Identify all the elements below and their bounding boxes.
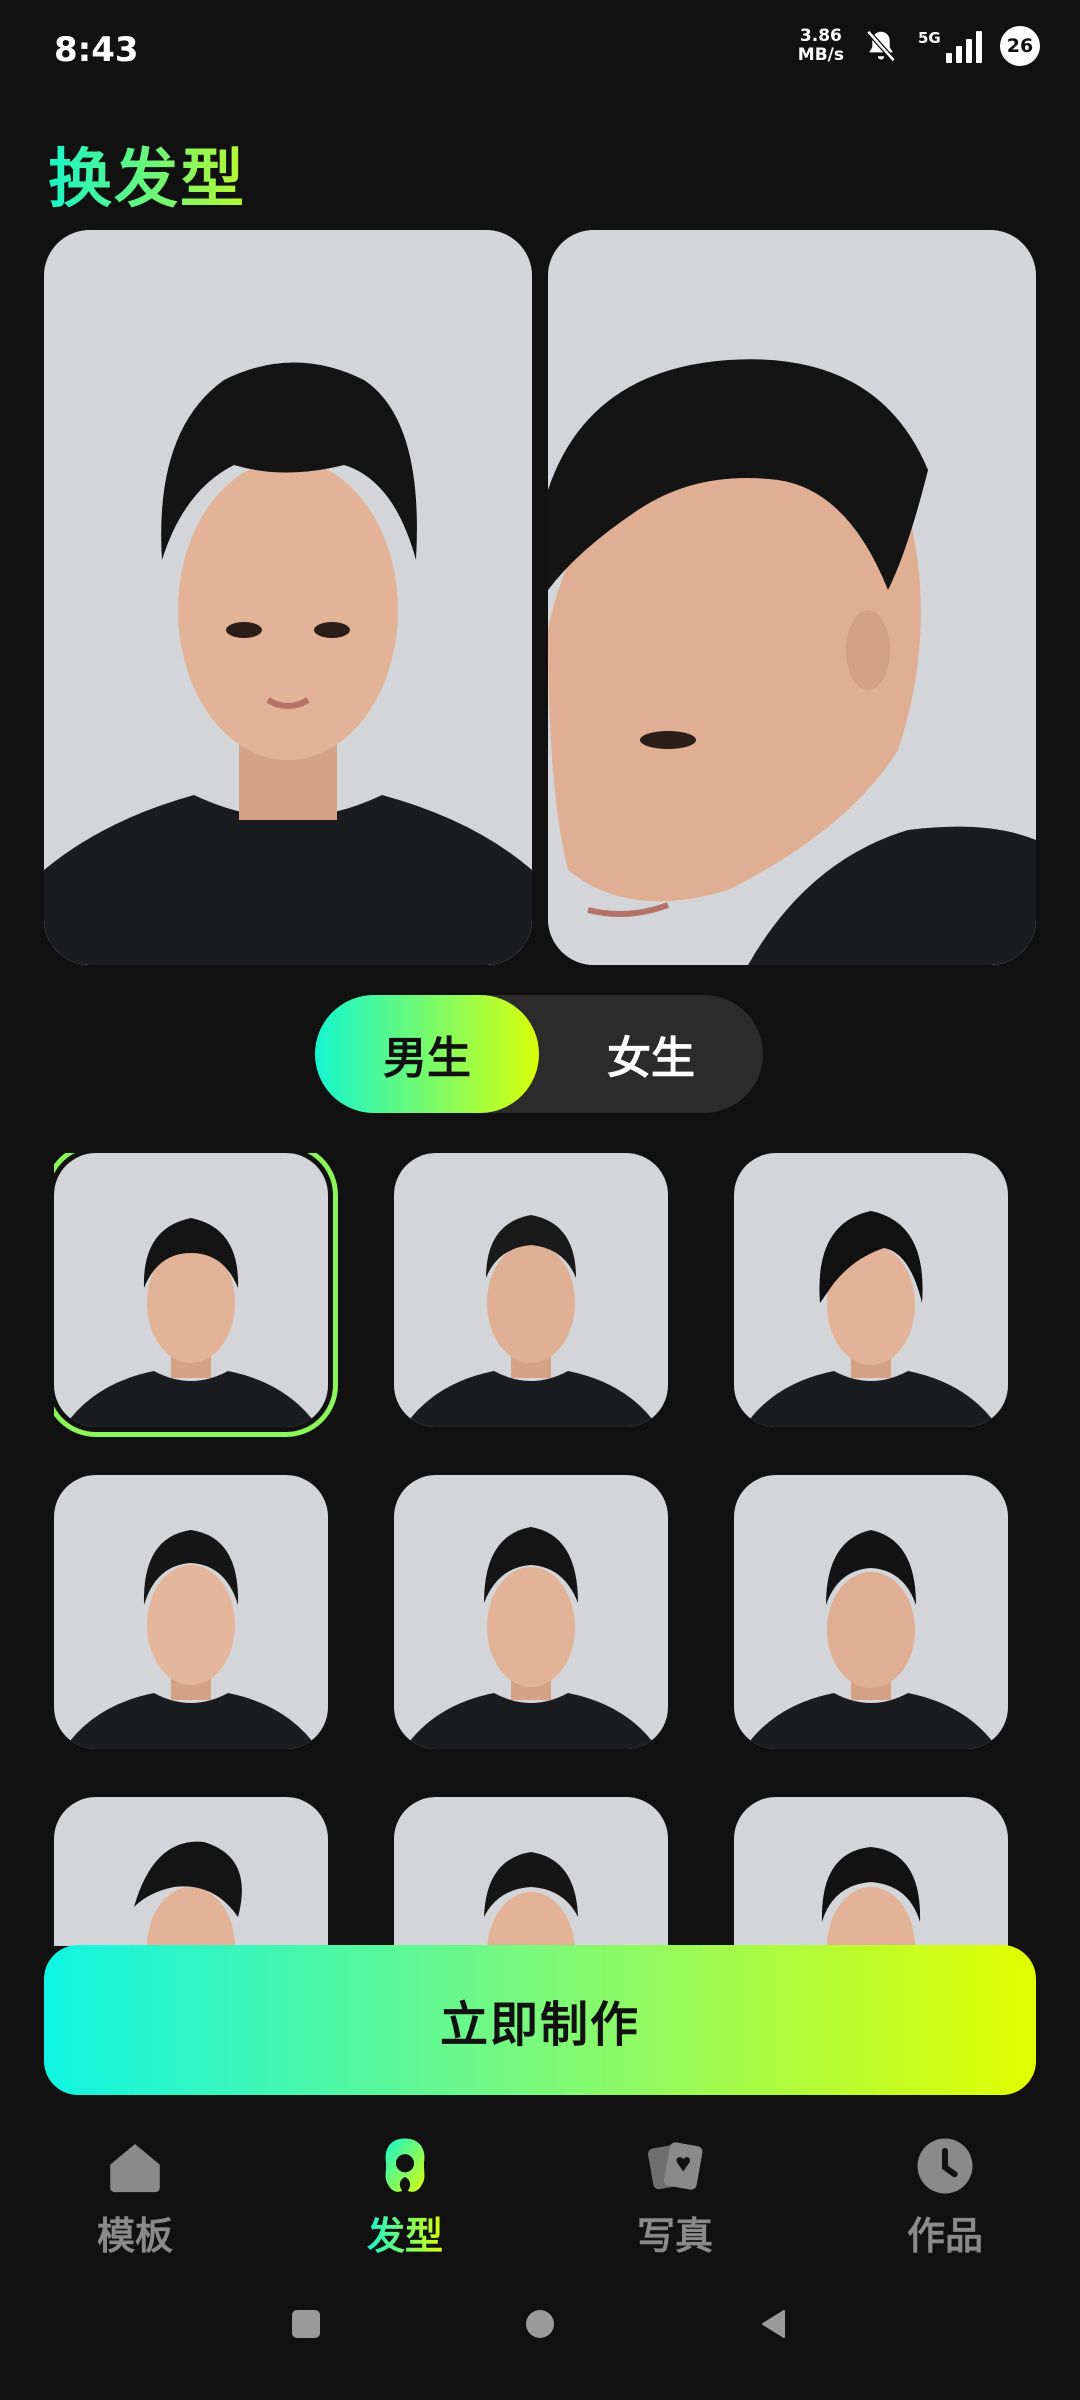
hairstyle-thumbnail xyxy=(404,1215,658,1427)
system-nav-bar xyxy=(0,2300,1080,2360)
nav-item-templates[interactable]: 模板 xyxy=(45,2133,225,2263)
status-indicators: 3.86 MB/s 5G 26 xyxy=(798,26,1040,66)
bottom-nav: 模板 发型 写真 作品 xyxy=(0,2125,1080,2265)
hairstyle-option-2[interactable] xyxy=(394,1153,668,1427)
back-icon[interactable] xyxy=(758,2308,790,2340)
status-time: 8:43 xyxy=(54,30,139,70)
portrait-front-image xyxy=(44,230,532,965)
hairstyle-option-6[interactable] xyxy=(734,1475,1008,1749)
hairstyle-option-4[interactable] xyxy=(54,1475,328,1749)
hairstyle-option-5[interactable] xyxy=(394,1475,668,1749)
hairstyle-option-9[interactable] xyxy=(734,1797,1008,1946)
nav-item-portrait[interactable]: 写真 xyxy=(585,2133,765,2263)
page-title: 换发型 xyxy=(48,128,246,220)
photo-cards-icon xyxy=(647,2142,703,2190)
hairstyle-option-7[interactable] xyxy=(54,1797,328,1946)
hairstyle-thumbnail xyxy=(64,1218,318,1427)
signal-strength-icon: 5G xyxy=(918,29,982,63)
hairstyle-option-1[interactable] xyxy=(54,1153,328,1427)
nav-item-hairstyle[interactable]: 发型 xyxy=(315,2133,495,2263)
hairstyle-icon xyxy=(385,2138,425,2192)
battery-indicator: 26 xyxy=(1000,26,1040,66)
home-icon xyxy=(110,2144,160,2193)
recents-icon[interactable] xyxy=(290,2308,322,2340)
hairstyle-thumbnail xyxy=(134,1841,242,1946)
clock-icon xyxy=(917,2138,973,2194)
gender-option-female[interactable]: 女生 xyxy=(539,995,763,1113)
make-now-button[interactable]: 立即制作 xyxy=(44,1945,1036,2095)
nav-item-works[interactable]: 作品 xyxy=(855,2133,1035,2263)
hairstyle-option-8[interactable] xyxy=(394,1797,668,1946)
network-speed: 3.86 MB/s xyxy=(797,26,844,65)
preview-side-photo xyxy=(548,230,1036,965)
hairstyle-option-3[interactable] xyxy=(734,1153,1008,1427)
status-bar: 8:43 3.86 MB/s 5G 26 xyxy=(0,0,1080,100)
gender-toggle: 男生 女生 xyxy=(315,995,763,1113)
bell-off-icon xyxy=(866,30,896,62)
hairstyle-thumbnail xyxy=(404,1527,658,1749)
hairstyle-grid xyxy=(54,1153,1054,1946)
hairstyle-thumbnail xyxy=(484,1852,578,1946)
gender-option-male[interactable]: 男生 xyxy=(315,995,539,1113)
home-button-icon[interactable] xyxy=(524,2308,556,2340)
portrait-side-image xyxy=(548,230,1036,965)
hairstyle-thumbnail xyxy=(821,1847,921,1946)
hairstyle-thumbnail xyxy=(744,1530,998,1749)
hairstyle-thumbnail xyxy=(744,1211,998,1427)
preview-front-photo xyxy=(44,230,532,965)
hairstyle-thumbnail xyxy=(64,1530,318,1749)
